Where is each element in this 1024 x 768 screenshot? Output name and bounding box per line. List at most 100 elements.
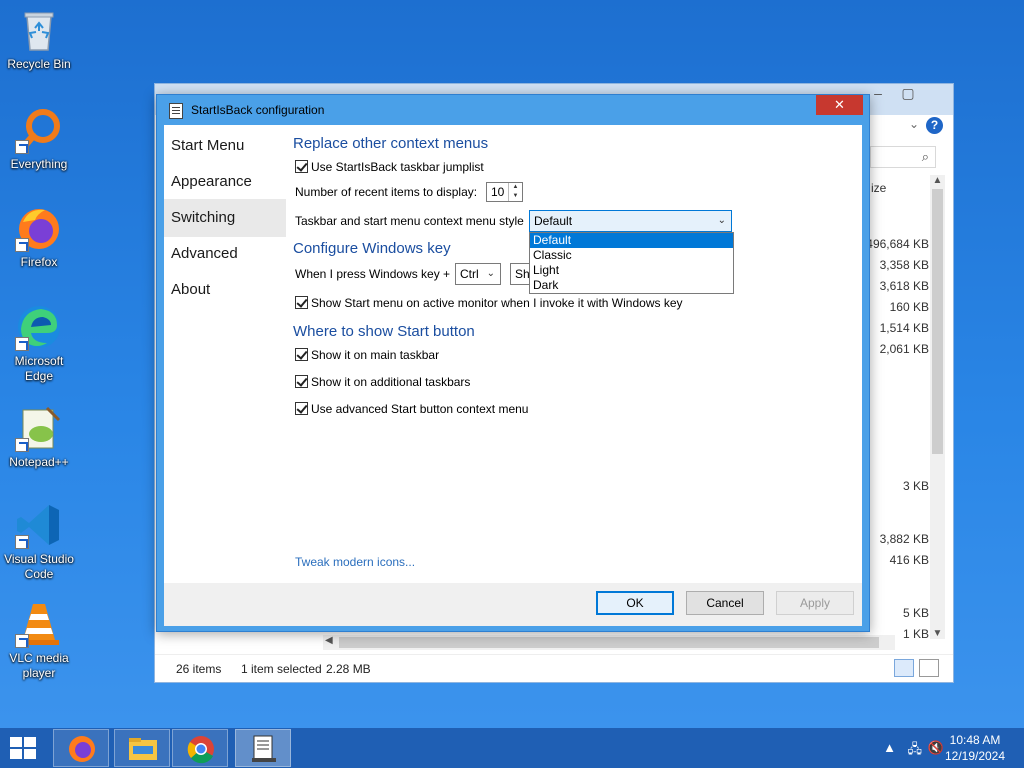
modifier-value: Ctrl	[460, 267, 479, 281]
startisback-config-dialog[interactable]: StartIsBack configuration ✕ Start Menu A…	[156, 94, 870, 632]
scroll-down-icon[interactable]: ▼	[930, 628, 945, 639]
desktop-icon-label: Everything	[10, 157, 68, 171]
windows-logo-icon	[10, 737, 22, 747]
taskbar-firefox[interactable]	[53, 729, 109, 767]
clock-date: 12/19/2024	[944, 749, 1006, 763]
menu-style-select[interactable]: Default ⌄	[529, 210, 732, 232]
chevron-down-icon: ⌄	[486, 268, 495, 279]
recent-items-spinner[interactable]: 10 ▲ ▼	[486, 182, 523, 202]
scrollbar-thumb[interactable]	[339, 637, 879, 648]
recent-items-value[interactable]: 10	[491, 185, 504, 199]
desktop-icon-everything[interactable]: Everything	[2, 106, 76, 172]
nav-item-start-menu[interactable]: Start Menu	[164, 127, 286, 165]
desktop-icon-label: Recycle Bin	[7, 57, 71, 71]
taskbar-file-explorer[interactable]	[114, 729, 170, 767]
desktop-icon-notepadpp[interactable]: Notepad++	[2, 404, 76, 470]
column-header-size[interactable]: ize	[871, 181, 886, 195]
scroll-up-icon[interactable]: ▲	[930, 175, 945, 186]
scroll-left-icon[interactable]: ◀	[325, 635, 333, 646]
shortcut-arrow-icon	[15, 238, 29, 252]
details-view-icon[interactable]	[893, 659, 914, 677]
close-button[interactable]: ✕	[816, 95, 863, 115]
jumplist-checkbox[interactable]	[295, 160, 308, 173]
advanced-menu-checkbox[interactable]	[295, 402, 308, 415]
section-heading-context-menus: Replace other context menus	[293, 135, 489, 152]
desktop-icon-edge[interactable]: Microsoft Edge	[2, 303, 76, 384]
desktop-icon-vscode[interactable]: Visual Studio Code	[2, 501, 76, 582]
large-icons-view-icon[interactable]	[919, 659, 939, 677]
dialog-title: StartIsBack configuration	[191, 103, 325, 117]
desktop-icon-vlc[interactable]: VLC media player	[2, 600, 76, 681]
shortcut-arrow-icon	[15, 634, 29, 648]
modifier-select[interactable]: Ctrl ⌄	[455, 263, 501, 285]
search-input[interactable]: ⌕	[870, 146, 936, 168]
shortcut-arrow-icon	[15, 438, 29, 452]
desktop-icon-label: Microsoft Edge	[14, 354, 64, 383]
view-buttons	[892, 659, 939, 680]
vertical-scrollbar[interactable]: ▲ ▼	[930, 175, 945, 639]
menu-style-dropdown-list[interactable]: Default Classic Light Dark	[529, 232, 734, 294]
maximize-button[interactable]: ▢	[893, 84, 923, 104]
spinner-buttons[interactable]: ▲ ▼	[508, 183, 522, 201]
dropdown-option-classic[interactable]: Classic	[530, 248, 733, 263]
dropdown-option-dark[interactable]: Dark	[530, 278, 733, 293]
additional-taskbars-checkbox[interactable]	[295, 375, 308, 388]
vlc-cone-icon	[15, 600, 63, 648]
tweak-modern-icons-link[interactable]: Tweak modern icons...	[295, 555, 415, 569]
apply-button[interactable]: Apply	[776, 591, 854, 615]
edge-icon	[15, 303, 63, 351]
taskbar-startisback-config[interactable]	[235, 729, 291, 767]
taskbar-clock[interactable]: 10:48 AM 12/19/2024	[940, 732, 1010, 764]
active-monitor-checkbox[interactable]	[295, 296, 308, 309]
active-monitor-label: Show Start menu on active monitor when I…	[311, 296, 683, 310]
additional-taskbars-option[interactable]: Show it on additional taskbars	[295, 375, 470, 389]
chevron-down-icon[interactable]: ⌄	[909, 117, 919, 131]
dialog-footer: OK Cancel Apply	[164, 583, 862, 626]
shortcut-arrow-icon	[15, 535, 29, 549]
scrollbar-thumb[interactable]	[932, 189, 943, 454]
nav-item-about[interactable]: About	[164, 271, 286, 309]
dialog-titlebar[interactable]: StartIsBack configuration ✕	[157, 95, 869, 125]
horizontal-scrollbar[interactable]: ◀	[323, 635, 895, 650]
selection-count: 1 item selected	[241, 662, 322, 676]
start-button[interactable]	[10, 737, 38, 761]
section-heading-start-button: Where to show Start button	[293, 323, 475, 340]
dropdown-option-default[interactable]: Default	[530, 233, 733, 248]
menu-style-value: Default	[534, 214, 573, 228]
shortcut-arrow-icon	[15, 337, 29, 351]
notepad-plus-plus-icon	[15, 404, 63, 452]
advanced-menu-option[interactable]: Use advanced Start button context menu	[295, 402, 528, 416]
active-monitor-option[interactable]: Show Start menu on active monitor when I…	[295, 296, 683, 310]
nav-item-switching[interactable]: Switching	[164, 199, 286, 237]
taskbar-chrome[interactable]	[172, 729, 228, 767]
chrome-icon	[187, 736, 214, 764]
desktop-icon-label: Firefox	[20, 255, 58, 269]
show-hidden-icons-icon[interactable]: ▲	[883, 740, 896, 755]
search-icon: ⌕	[921, 149, 929, 164]
explorer-statusbar: 26 items 1 item selected 2.28 MB	[155, 654, 953, 682]
clock-time: 10:48 AM	[949, 733, 1001, 747]
vscode-icon	[15, 501, 63, 549]
firefox-icon	[69, 736, 95, 762]
main-taskbar-checkbox[interactable]	[295, 348, 308, 361]
desktop-icon-firefox[interactable]: Firefox	[2, 204, 76, 270]
recent-items-label: Number of recent items to display:	[295, 185, 478, 199]
network-icon[interactable]: 🖧	[908, 740, 923, 762]
cancel-button[interactable]: Cancel	[686, 591, 764, 615]
settings-content: Replace other context menus Use StartIsB…	[293, 125, 862, 583]
nav-item-appearance[interactable]: Appearance	[164, 163, 286, 201]
nav-item-advanced[interactable]: Advanced	[164, 235, 286, 273]
spin-up-icon[interactable]: ▲	[509, 183, 522, 192]
desktop-icon-recycle-bin[interactable]: Recycle Bin	[2, 6, 76, 72]
jumplist-option[interactable]: Use StartIsBack taskbar jumplist	[295, 160, 484, 174]
ok-button[interactable]: OK	[596, 591, 674, 615]
windows-key-label: When I press Windows key +	[295, 267, 451, 281]
startisback-config-icon	[252, 735, 276, 762]
dropdown-option-light[interactable]: Light	[530, 263, 733, 278]
dialog-client-area: Start Menu Appearance Switching Advanced…	[164, 125, 862, 626]
help-icon[interactable]: ?	[926, 117, 943, 134]
spin-down-icon[interactable]: ▼	[509, 192, 522, 201]
main-taskbar-option[interactable]: Show it on main taskbar	[295, 348, 439, 362]
desktop-icon-label: Visual Studio Code	[4, 552, 74, 581]
desktop-icon-label: Notepad++	[9, 455, 69, 469]
